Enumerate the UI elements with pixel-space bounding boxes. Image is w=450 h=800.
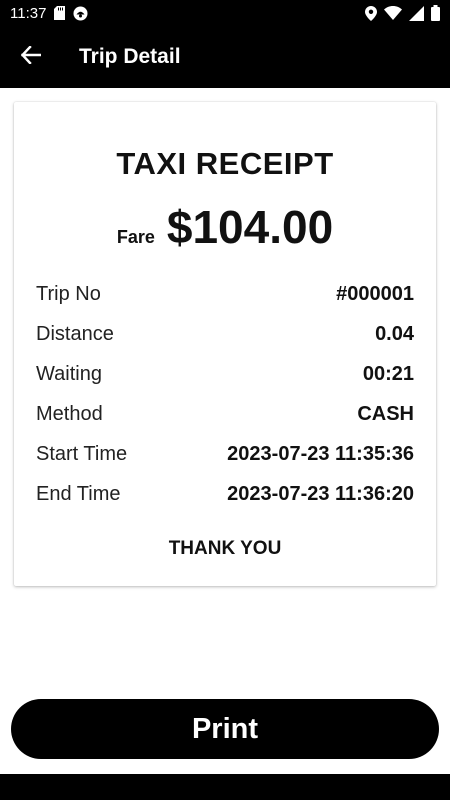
sd-card-icon (54, 6, 66, 20)
print-button[interactable]: Print (11, 699, 439, 759)
page-title: Trip Detail (79, 45, 181, 68)
fare-label: Fare (116, 227, 155, 247)
status-time: 11:37 (10, 4, 47, 22)
detail-label: Start Time (36, 442, 128, 465)
detail-row-waiting: Waiting 00:21 (36, 354, 414, 394)
location-icon (365, 5, 377, 21)
navigation-bar (0, 774, 450, 800)
detail-value: #000001 (336, 282, 414, 305)
detail-row-method: Method CASH (36, 394, 414, 434)
receipt-card: TAXI RECEIPT Fare $104.00 Trip No #00000… (14, 102, 436, 586)
receipt-details: Trip No #000001 Distance 0.04 Waiting 00… (36, 274, 414, 514)
arrow-left-icon (20, 44, 42, 69)
detail-label: Waiting (36, 362, 102, 385)
detail-value: 0.04 (375, 322, 414, 345)
app-bar: Trip Detail (0, 26, 450, 88)
detail-value: 2023-07-23 11:35:36 (227, 442, 414, 465)
detail-row-trip-no: Trip No #000001 (36, 274, 414, 314)
receipt-title: TAXI RECEIPT (116, 146, 334, 181)
detail-row-end-time: End Time 2023-07-23 11:36:20 (36, 474, 414, 514)
receipt-footer: THANK YOU (168, 538, 282, 559)
fare-row: Fare $104.00 (14, 200, 436, 254)
detail-label: End Time (36, 482, 121, 505)
detail-label: Trip No (36, 282, 101, 305)
detail-label: Method (36, 402, 103, 425)
detail-label: Distance (36, 322, 114, 345)
battery-icon (431, 5, 440, 21)
detail-value: 00:21 (362, 362, 414, 385)
wifi-icon (384, 6, 402, 20)
detail-value: 2023-07-23 11:36:20 (227, 482, 414, 505)
fare-value: $104.00 (166, 201, 334, 253)
detail-value: CASH (357, 402, 414, 425)
back-button[interactable] (0, 26, 62, 88)
notification-app-icon (73, 6, 88, 21)
detail-row-distance: Distance 0.04 (36, 314, 414, 354)
detail-row-start-time: Start Time 2023-07-23 11:35:36 (36, 434, 414, 474)
signal-icon (409, 5, 424, 21)
status-bar: 11:37 (0, 0, 450, 26)
